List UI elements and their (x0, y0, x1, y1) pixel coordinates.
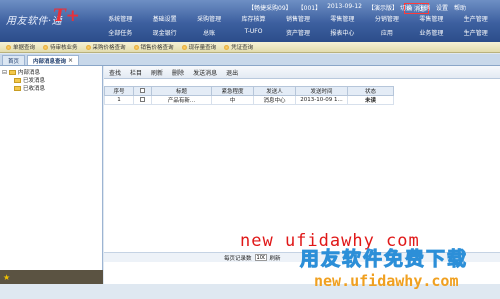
shortcut-icon (224, 44, 230, 50)
menu-item[interactable]: 零售管理 (320, 14, 364, 23)
col-time[interactable]: 发送时间 (295, 86, 348, 96)
account-label: 【畅捷采购09】 (248, 5, 292, 12)
folder-icon (9, 69, 16, 75)
folder-icon (14, 77, 21, 83)
shortcut-icon (6, 44, 11, 50)
shortcut-label: 待审核业务 (50, 45, 78, 51)
toplink-logout[interactable]: 注销 (418, 3, 430, 12)
app-header: 用友软件·通 T+ 【畅捷采购09】 【001】 2013-09-12 【演示版… (0, 0, 500, 42)
tab-label: 内部消息查询 (33, 58, 67, 65)
shortcut-icon (181, 44, 187, 50)
col-sender[interactable]: 发送人 (253, 86, 296, 96)
menu-item[interactable]: 系统管理 (98, 14, 142, 23)
toolbar: 查找 栏目 刷新 删除 发送消息 退出 (104, 66, 500, 79)
table-row[interactable]: 1 产品有新... 中 消息中心 2013-10-09 1... 未读 (104, 95, 394, 105)
shortcut-bill-query[interactable]: 单据查询 (6, 43, 35, 51)
find-button[interactable]: 查找 (109, 68, 121, 77)
watermark-title: 用友软件免费下载 (299, 248, 469, 271)
shortcut-icon (85, 44, 91, 50)
delete-button[interactable]: 删除 (172, 68, 184, 77)
shortcut-label: 凭证查询 (231, 45, 254, 51)
cell-urgency: 中 (211, 95, 254, 105)
message-table: 序号 标题 紧急程度 发送人 发送时间 状态 1 产品有新... 中 消息中心 … (104, 86, 394, 105)
cell-status: 未读 (347, 95, 394, 105)
tab-message-query[interactable]: 内部消息查询 × (27, 55, 80, 65)
exit-button[interactable]: 退出 (226, 68, 238, 77)
col-select[interactable] (132, 86, 153, 96)
toplink-help[interactable]: 帮助 (454, 3, 466, 12)
col-urgency[interactable]: 紧急程度 (211, 86, 254, 96)
shortcut-purchase-price[interactable]: 采购价格查询 (85, 43, 126, 51)
tree-item-received[interactable]: 已收消息 (2, 84, 100, 92)
menu-item[interactable]: 基础设置 (142, 14, 186, 23)
menu-item[interactable]: 业务管理 (409, 28, 453, 37)
row-checkbox[interactable] (139, 97, 145, 102)
cell-sender: 消息中心 (253, 95, 296, 105)
menu-item[interactable]: 报表中心 (320, 28, 364, 37)
collapse-icon[interactable]: ⊟ (2, 69, 7, 76)
shortcut-label: 采购价格查询 (92, 45, 126, 51)
main-menu: 系统管理 基础设置 采购管理 库存核算 销售管理 零售管理 分销管理 零售管理 … (98, 14, 498, 37)
folder-icon (14, 85, 21, 91)
tree-label: 已发消息 (23, 78, 46, 84)
cell-select[interactable] (132, 95, 153, 105)
tree-label: 已收消息 (23, 86, 46, 92)
shortcut-icon (133, 44, 139, 50)
menu-item[interactable]: 采购管理 (187, 14, 231, 23)
shortcut-stock-query[interactable]: 现存量查询 (181, 43, 217, 51)
columns-button[interactable]: 栏目 (130, 68, 142, 77)
menu-item[interactable]: 分销管理 (365, 14, 409, 23)
refresh-button[interactable]: 刷新 (151, 68, 163, 77)
toplink-switch[interactable]: 切换 (400, 3, 412, 12)
tab-home[interactable]: 首页 (2, 55, 26, 65)
menu-item[interactable]: 库存核算 (231, 14, 275, 23)
date-label: 2013-09-12 (327, 3, 362, 10)
menu-item[interactable]: 全部任务 (98, 28, 142, 37)
user-label: 【001】 (297, 5, 322, 12)
shortcut-icon (43, 44, 49, 50)
shortcut-label: 销售价格查询 (140, 45, 174, 51)
cell-index: 1 (104, 95, 134, 105)
select-all-checkbox[interactable] (139, 88, 145, 93)
shortcut-label: 现存量查询 (188, 45, 217, 51)
shortcut-label: 单据查询 (13, 45, 36, 51)
message-tree: ⊟ 内部消息 已发消息 已收消息 ★ (0, 66, 103, 284)
demo-label: 【演示版】 (367, 5, 398, 12)
menu-item[interactable]: 生产管理 (454, 28, 498, 37)
close-icon[interactable]: × (68, 57, 73, 64)
cell-time: 2013-10-09 1... (295, 95, 348, 105)
tree-footer: ★ (0, 270, 103, 284)
tab-strip: 首页 内部消息查询 × (0, 54, 500, 66)
shortcut-bar: 单据查询 待审核业务 采购价格查询 销售价格查询 现存量查询 凭证查询 (0, 42, 500, 53)
top-links: 切换 注销 设置 帮助 (400, 3, 466, 12)
app-logo-mark: T+ (53, 6, 80, 26)
menu-item[interactable]: 应用 (365, 28, 409, 37)
col-title[interactable]: 标题 (151, 86, 212, 96)
tab-label: 首页 (8, 58, 20, 65)
col-index: 序号 (104, 86, 134, 96)
menu-item[interactable]: 资产管理 (276, 28, 320, 37)
tree-label: 内部消息 (18, 70, 41, 76)
menu-item[interactable]: 生产管理 (454, 14, 498, 23)
tree-item-sent[interactable]: 已发消息 (2, 76, 100, 84)
toplink-settings[interactable]: 设置 (436, 3, 448, 12)
shortcut-pending-review[interactable]: 待审核业务 (43, 43, 78, 51)
send-message-button[interactable]: 发送消息 (193, 68, 217, 77)
page-size-label: 每页记录数 (224, 255, 252, 262)
menu-item[interactable]: T-UFO (231, 28, 275, 37)
shortcut-voucher-query[interactable]: 凭证查询 (224, 43, 253, 51)
tree-root[interactable]: ⊟ 内部消息 (2, 68, 100, 77)
cell-title[interactable]: 产品有新... (151, 95, 212, 105)
menu-item[interactable]: 总账 (187, 28, 231, 37)
page-size-input[interactable] (254, 254, 267, 261)
pager-refresh-button[interactable]: 刷新 (270, 254, 281, 262)
watermark-url-small: new.ufidawhy.com (314, 272, 459, 290)
menu-item[interactable]: 零售管理 (409, 14, 453, 23)
table-header-row: 序号 标题 紧急程度 发送人 发送时间 状态 (104, 86, 394, 96)
menu-item[interactable]: 现金银行 (142, 28, 186, 37)
menu-item[interactable]: 销售管理 (276, 14, 320, 23)
shortcut-sales-price[interactable]: 销售价格查询 (133, 43, 174, 51)
star-icon[interactable]: ★ (3, 273, 10, 282)
col-status[interactable]: 状态 (347, 86, 394, 96)
